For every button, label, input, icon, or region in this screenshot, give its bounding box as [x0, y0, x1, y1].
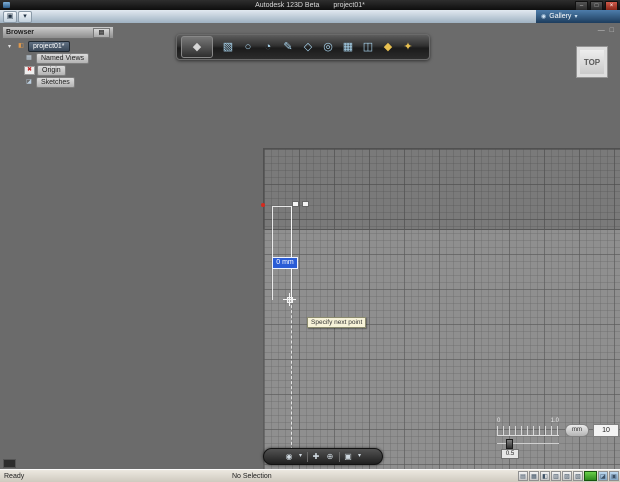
sketch-origin-point: [261, 203, 265, 207]
part-icon: ◧: [18, 43, 24, 49]
combine-icon[interactable]: ◫: [358, 37, 378, 57]
doc-restore-button[interactable]: □: [610, 27, 614, 34]
snap-slider-handle[interactable]: [506, 439, 513, 449]
grid-toggle-icon[interactable]: ▤: [518, 471, 528, 481]
primitive-box-icon[interactable]: ▧: [218, 37, 238, 57]
units-icon[interactable]: ▧: [573, 471, 583, 481]
gallery-arrow-icon: ▾: [574, 14, 578, 20]
sketch-line-segment: [291, 206, 292, 300]
navbar-separator: [338, 451, 340, 462]
expand-arrow-icon[interactable]: ▾: [8, 43, 16, 50]
modeling-canvas[interactable]: [0, 23, 620, 481]
main-toolbar: ◆ ▧ ○ ◔ ✎ ◇ ◎ ▦ ◫ ◆ ✦: [176, 34, 430, 60]
ruler-max-label: 1.0: [550, 418, 559, 424]
tree-item-origin[interactable]: ✖ Origin: [2, 64, 114, 76]
ortho-toggle-icon[interactable]: ◧: [540, 471, 550, 481]
primitive-sphere-icon[interactable]: ○: [238, 37, 258, 57]
tree-item-label[interactable]: Sketches: [36, 76, 75, 88]
ruler-ticks: [497, 426, 559, 436]
status-icons: ▤ ▦ ◧ ▥ ▨ ▧ ◪ ▣: [518, 471, 619, 481]
tree-item-label[interactable]: Named Views: [36, 52, 90, 64]
gallery-label: Gallery: [549, 13, 572, 20]
origin-icon: ✖: [24, 65, 35, 75]
pattern-icon[interactable]: ▦: [338, 37, 358, 57]
unit-button[interactable]: mm: [565, 424, 589, 437]
crosshair-center: [287, 297, 293, 303]
app-menu-arrow-icon[interactable]: ▾: [18, 11, 32, 23]
display-menu-arrow-icon[interactable]: ▾: [357, 449, 363, 464]
sketch-construction-line: [291, 300, 292, 455]
viewcube-face-label[interactable]: TOP: [584, 58, 600, 67]
display-settings-icon[interactable]: ▣: [343, 449, 354, 464]
dimension-input[interactable]: 0 mm: [272, 257, 298, 269]
document-window-controls: — □: [598, 27, 614, 34]
tree-item-sketches[interactable]: ◪ Sketches: [2, 76, 114, 88]
tree-item-label[interactable]: project01*: [28, 40, 70, 52]
ruler-labels: 0 1.0: [497, 418, 559, 424]
status-ready-text: Ready: [4, 473, 25, 480]
revolve-icon[interactable]: ◎: [318, 37, 338, 57]
app-title: Autodesk 123D Beta: [255, 1, 320, 9]
navbar-separator: [306, 451, 308, 462]
menu-bar: ▣ ▾ ◉ Gallery ▾: [0, 10, 620, 24]
sketch-rectangle-outline: [272, 206, 292, 300]
toolbar-menu-cube-icon[interactable]: ◆: [181, 36, 213, 58]
tree-item-label[interactable]: Origin: [37, 64, 66, 76]
snap-toggle-icon[interactable]: ▦: [529, 471, 539, 481]
layers-icon[interactable]: ▥: [551, 471, 561, 481]
browser-title: Browser: [6, 29, 35, 36]
material-icon[interactable]: ◆: [378, 37, 398, 57]
panel-corner-tab[interactable]: [3, 459, 16, 468]
tree-item-project[interactable]: ▾ ◧ project01*: [2, 40, 114, 52]
browser-header[interactable]: Browser ▤: [2, 26, 114, 39]
notify-panel-icon[interactable]: ▣: [609, 471, 619, 481]
browser-panel: Browser ▤ ▾ ◧ project01* ▦ Named Views ✖…: [2, 26, 114, 88]
named-views-icon: ▦: [26, 55, 32, 61]
status-bar: Ready No Selection ▤ ▦ ◧ ▥ ▨ ▧ ◪ ▣: [0, 469, 620, 482]
ruler-min-label: 0: [497, 418, 501, 424]
status-green-button[interactable]: [584, 471, 597, 481]
zoom-icon[interactable]: ⊕: [325, 449, 336, 464]
scale-widget: 0 1.0 mm 10 0.5: [494, 418, 620, 459]
orbit-menu-arrow-icon[interactable]: ▾: [298, 449, 304, 464]
title-bar: Autodesk 123D Beta project01* – □ ×: [0, 0, 620, 11]
doc-minimize-button[interactable]: —: [598, 27, 605, 34]
document-title: project01*: [333, 1, 365, 9]
sketch-grid-dim-region: [263, 148, 620, 230]
tree-item-named-views[interactable]: ▦ Named Views: [2, 52, 114, 64]
status-selection-text: No Selection: [232, 473, 272, 480]
gallery-button[interactable]: ◉ Gallery ▾: [536, 10, 620, 23]
viewcube[interactable]: TOP: [576, 46, 608, 78]
sketch-grip-handle[interactable]: [292, 201, 299, 207]
grid-size-input[interactable]: 10: [593, 424, 619, 437]
crosshair-cursor: [283, 293, 296, 306]
title-text: Autodesk 123D Beta project01*: [0, 0, 620, 10]
navigation-bar: ◉ ▾ ✚ ⊕ ▣ ▾: [263, 448, 383, 465]
cursor-tooltip: Specify next point: [307, 317, 367, 328]
pan-icon[interactable]: ✚: [311, 449, 322, 464]
orbit-icon[interactable]: ◉: [284, 449, 295, 464]
snap-icon[interactable]: ✦: [398, 37, 418, 57]
app-window: Autodesk 123D Beta project01* – □ × ▣ ▾ …: [0, 0, 620, 482]
snap-value-box[interactable]: 0.5: [501, 449, 519, 459]
extrude-icon[interactable]: ◇: [298, 37, 318, 57]
help-panel-icon[interactable]: ◪: [598, 471, 608, 481]
shading-icon[interactable]: ▨: [562, 471, 572, 481]
sketch-icon[interactable]: ✎: [278, 37, 298, 57]
sketch-grip-handle[interactable]: [302, 201, 309, 207]
browser-tree: ▾ ◧ project01* ▦ Named Views ✖ Origin ◪ …: [2, 40, 114, 88]
browser-menu-button[interactable]: ▤: [93, 27, 110, 38]
app-menu-button[interactable]: ▣: [3, 11, 17, 23]
sketches-icon: ◪: [26, 79, 32, 85]
gallery-icon: ◉: [541, 14, 547, 20]
primitive-cylinder-icon[interactable]: ◔: [258, 37, 278, 57]
